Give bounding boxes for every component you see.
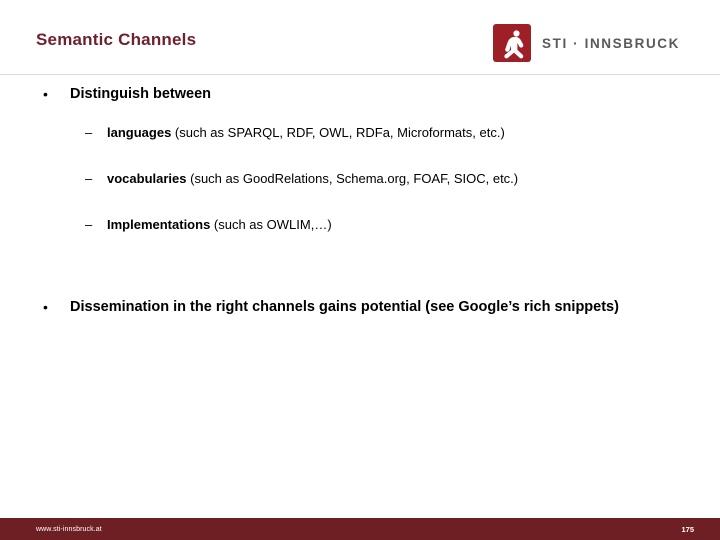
- sub-bullet-keyword: languages: [107, 125, 172, 140]
- sub-bullet-keyword: Implementations: [107, 217, 211, 232]
- sub-bullet-text: Implementations (such as OWLIM,…): [107, 215, 720, 235]
- sti-innsbruck-figure-icon: [493, 24, 531, 62]
- bullet-item-dissemination: • Dissemination in the right channels ga…: [0, 297, 720, 318]
- dash-marker-icon: –: [85, 217, 93, 232]
- sub-bullet-languages: – languages (such as SPARQL, RDF, OWL, R…: [0, 123, 720, 143]
- logo: STI · INNSBRUCK: [493, 23, 680, 63]
- dash-marker-icon: –: [85, 125, 93, 140]
- bullet-text: Distinguish between: [70, 86, 211, 102]
- sub-bullet-detail: (such as OWLIM,…): [210, 217, 332, 232]
- slide-header: Semantic Channels STI · INNSBRUCK: [0, 0, 720, 75]
- bullet-marker-icon: •: [43, 86, 48, 102]
- logo-text: STI · INNSBRUCK: [542, 35, 680, 51]
- sub-bullet-implementations: – Implementations (such as OWLIM,…): [0, 215, 720, 235]
- sub-bullet-text: vocabularies (such as GoodRelations, Sch…: [107, 169, 720, 189]
- slide-content: • Distinguish between – languages (such …: [0, 84, 720, 318]
- bullet-marker-icon: •: [43, 299, 48, 315]
- page-title: Semantic Channels: [36, 30, 197, 49]
- slide-canvas: Semantic Channels STI · INNSBRUCK • Dist…: [0, 0, 720, 540]
- footer-url[interactable]: www.sti-innsbruck.at: [36, 526, 102, 533]
- sub-bullet-keyword: vocabularies: [107, 171, 187, 186]
- dash-marker-icon: –: [85, 171, 93, 186]
- page-number: 175: [681, 524, 694, 534]
- bullet-text: Dissemination in the right channels gain…: [70, 299, 619, 315]
- slide-footer: www.sti-innsbruck.at 175: [0, 518, 720, 540]
- bullet-item-distinguish: • Distinguish between: [0, 84, 720, 105]
- sub-bullet-detail: (such as SPARQL, RDF, OWL, RDFa, Microfo…: [171, 125, 505, 140]
- sub-bullet-text: languages (such as SPARQL, RDF, OWL, RDF…: [107, 123, 720, 143]
- sub-bullet-detail: (such as GoodRelations, Schema.org, FOAF…: [186, 171, 519, 186]
- header-divider: [0, 74, 720, 75]
- sub-bullet-vocabularies: – vocabularies (such as GoodRelations, S…: [0, 169, 720, 189]
